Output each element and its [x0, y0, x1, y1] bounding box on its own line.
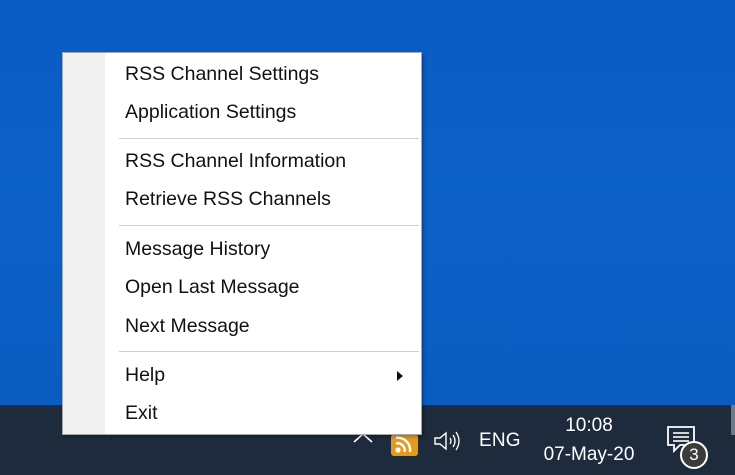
- menu-item-retrieve-rss-channels[interactable]: Retrieve RSS Channels: [105, 180, 421, 218]
- menu-item-label: Exit: [125, 402, 158, 424]
- clock-date: 07-May-20: [543, 444, 635, 465]
- notification-count-badge: 3: [680, 441, 708, 469]
- menu-item-rss-channel-information[interactable]: RSS Channel Information: [105, 142, 421, 180]
- menu-item-application-settings[interactable]: Application Settings: [105, 93, 421, 131]
- menu-item-help[interactable]: Help: [105, 356, 421, 394]
- menu-item-label: RSS Channel Information: [125, 150, 347, 172]
- menu-item-label: Next Message: [125, 315, 250, 337]
- menu-item-open-last-message[interactable]: Open Last Message: [105, 268, 421, 306]
- menu-item-message-history[interactable]: Message History: [105, 230, 421, 268]
- menu-item-label: Message History: [125, 238, 271, 260]
- action-center-button[interactable]: 3: [664, 423, 712, 469]
- submenu-arrow-icon: [397, 371, 403, 381]
- menu-item-label: Open Last Message: [125, 276, 300, 298]
- menu-icon-gutter: [63, 53, 105, 434]
- input-language-indicator[interactable]: ENG: [479, 430, 521, 452]
- menu-item-label: RSS Channel Settings: [125, 63, 320, 85]
- menu-separator: [119, 225, 419, 226]
- clock-time: 10:08: [565, 415, 613, 436]
- speaker-volume-icon[interactable]: [432, 429, 462, 453]
- menu-separator: [119, 138, 419, 139]
- menu-item-label: Help: [125, 364, 166, 386]
- menu-item-label: Retrieve RSS Channels: [125, 188, 331, 210]
- show-desktop-edge[interactable]: [731, 405, 735, 435]
- menu-item-label: Application Settings: [125, 101, 297, 123]
- menu-item-rss-channel-settings[interactable]: RSS Channel Settings: [105, 55, 421, 93]
- rss-feed-icon[interactable]: [391, 434, 418, 456]
- menu-separator: [119, 351, 419, 352]
- menu-item-next-message[interactable]: Next Message: [105, 307, 421, 345]
- rss-context-menu: RSS Channel Settings Application Setting…: [62, 52, 422, 435]
- menu-item-exit[interactable]: Exit: [105, 394, 421, 432]
- system-clock[interactable]: 10:08 07-May-20: [530, 411, 648, 469]
